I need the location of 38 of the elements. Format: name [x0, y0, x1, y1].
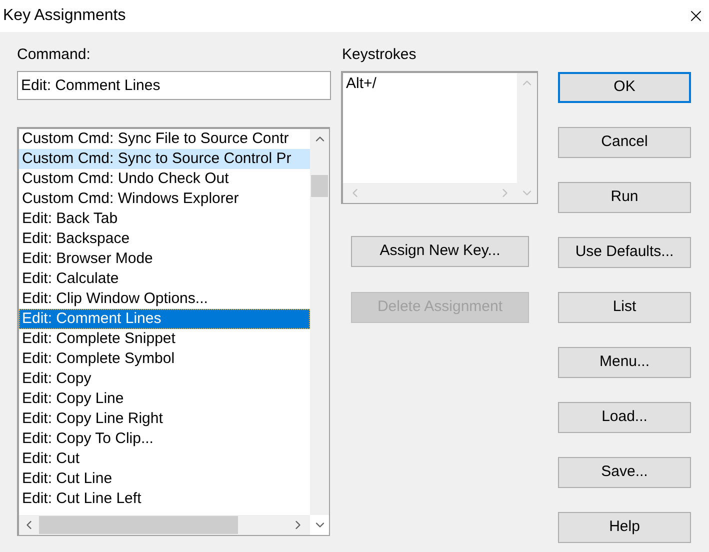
dialog-button[interactable]: Menu...: [558, 347, 691, 378]
command-label: Command:: [17, 45, 92, 65]
command-item[interactable]: Edit: Browser Mode: [19, 249, 310, 269]
dialog-button[interactable]: Run: [558, 182, 691, 213]
command-item[interactable]: Edit: Copy To Clip...: [19, 429, 310, 449]
command-field[interactable]: Edit: Comment Lines: [17, 71, 331, 100]
command-item[interactable]: Edit: Backspace: [19, 229, 310, 249]
command-item[interactable]: Edit: Copy Line Right: [19, 409, 310, 429]
command-item[interactable]: Edit: Complete Symbol: [19, 349, 310, 369]
keystrokes-label: Keystrokes: [342, 45, 418, 65]
command-item[interactable]: Edit: Cut Line Left: [19, 489, 310, 509]
dialog-button[interactable]: Use Defaults...: [558, 237, 691, 268]
scroll-thumb[interactable]: [311, 175, 328, 197]
command-item[interactable]: Custom Cmd: Sync to Source Control Pr: [19, 149, 310, 169]
command-item[interactable]: Edit: Comment Lines: [19, 309, 310, 329]
dialog-button[interactable]: Save...: [558, 457, 691, 488]
command-item[interactable]: Edit: Copy: [19, 369, 310, 389]
dialog-button[interactable]: OK: [558, 72, 691, 103]
command-item[interactable]: Edit: Complete Snippet: [19, 329, 310, 349]
scroll-thumb[interactable]: [39, 516, 238, 534]
command-item[interactable]: Edit: Cut Line: [19, 469, 310, 489]
horizontal-scrollbar[interactable]: [19, 515, 310, 535]
command-item[interactable]: Custom Cmd: Windows Explorer: [19, 189, 310, 209]
command-item[interactable]: Custom Cmd: Undo Check Out: [19, 169, 310, 189]
keystroke-item[interactable]: Alt+/: [346, 74, 517, 94]
dialog-button[interactable]: Load...: [558, 402, 691, 433]
command-item[interactable]: Edit: Calculate: [19, 269, 310, 289]
command-item[interactable]: Custom Cmd: Sync File to Source Contr: [19, 129, 310, 149]
dialog-button[interactable]: List: [558, 292, 691, 323]
command-item[interactable]: Edit: Back Tab: [19, 209, 310, 229]
dialog-button[interactable]: Cancel: [558, 127, 691, 158]
command-item[interactable]: Edit: Clip Window Options...: [19, 289, 310, 309]
command-item[interactable]: Edit: Copy Line: [19, 389, 310, 409]
dialog-button[interactable]: Help: [558, 512, 691, 543]
dialog-button[interactable]: Assign New Key...: [351, 236, 529, 267]
command-item[interactable]: Edit: Cut: [19, 449, 310, 469]
vertical-scrollbar[interactable]: [310, 129, 329, 515]
window-title: Key Assignments: [3, 6, 126, 26]
